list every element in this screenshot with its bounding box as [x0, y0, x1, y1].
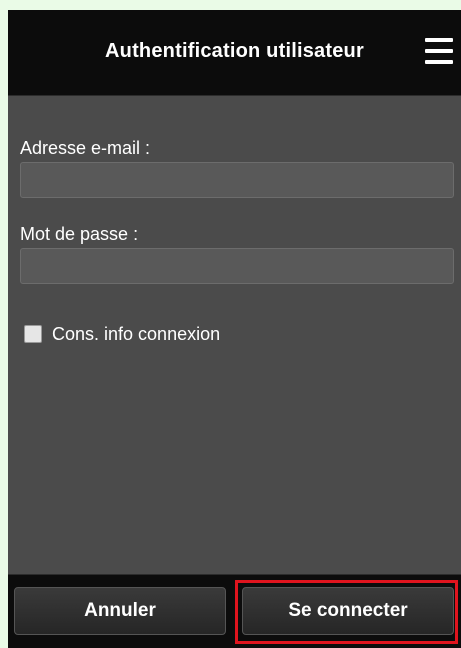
app-screen: Authentification utilisateur Adresse e-m… — [8, 10, 461, 648]
login-button[interactable]: Se connecter — [242, 587, 454, 635]
header-bar: Authentification utilisateur — [8, 10, 461, 96]
remember-login-label: Cons. info connexion — [52, 323, 221, 344]
email-field[interactable] — [20, 162, 454, 198]
email-label: Adresse e-mail : — [20, 138, 151, 158]
remember-login-option[interactable]: Cons. info connexion — [24, 322, 220, 346]
password-field[interactable] — [20, 248, 454, 284]
password-label: Mot de passe : — [20, 224, 139, 244]
hamburger-menu-icon[interactable] — [425, 38, 453, 64]
page-title: Authentification utilisateur — [105, 40, 364, 62]
cancel-button[interactable]: Annuler — [14, 587, 226, 635]
login-form: Adresse e-mail : Mot de passe : Cons. in… — [8, 96, 461, 574]
remember-login-checkbox[interactable] — [24, 325, 42, 343]
footer-bar: Annuler Se connecter — [8, 574, 461, 648]
